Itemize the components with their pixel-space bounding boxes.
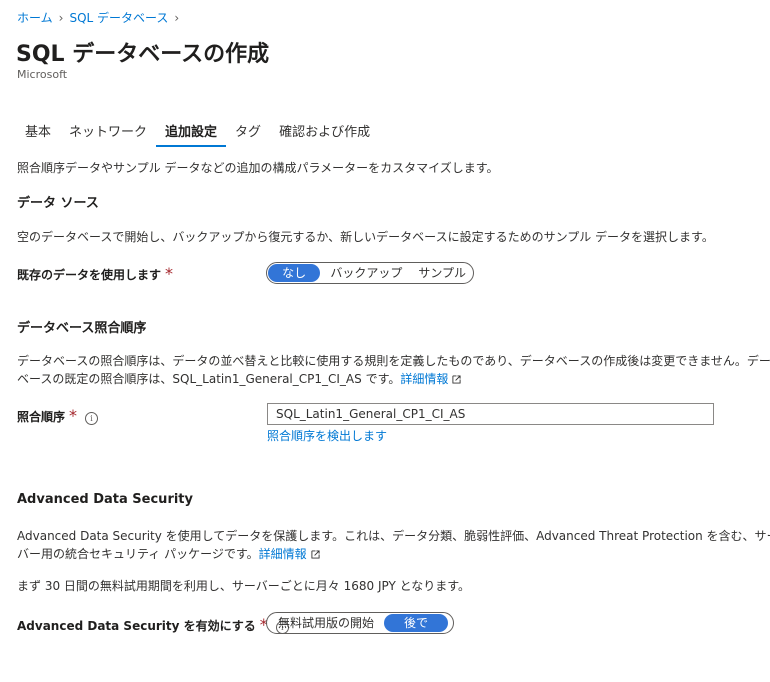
collation-label: 照合順序 — [17, 410, 66, 424]
ads-trial-text: まず 30 日間の無料試用期間を利用し、サーバーごとに月々 1680 JPY と… — [17, 579, 471, 593]
collation-description-line2-row: ベースの既定の照合順序は、SQL_Latin1_General_CP1_CI_A… — [17, 370, 770, 388]
existing-data-toggle[interactable]: なし バックアップ サンプル — [266, 262, 474, 284]
publisher-label: Microsoft — [17, 68, 68, 81]
data-source-description: 空のデータベースで開始し、バックアップから復元するか、新しいデータベースに設定す… — [17, 230, 714, 244]
tab-bar: 基本 ネットワーク 追加設定 タグ 確認および作成 — [16, 121, 379, 147]
info-icon[interactable]: i — [85, 412, 99, 425]
external-link-icon[interactable] — [311, 550, 320, 559]
collation-description-line2: ベースの既定の照合順序は、SQL_Latin1_General_CP1_CI_A… — [17, 372, 401, 386]
ads-learn-more-link[interactable]: 詳細情報 — [259, 547, 307, 561]
option-backup[interactable]: バックアップ — [320, 264, 412, 282]
collation-input[interactable]: SQL_Latin1_General_CP1_CI_AS — [267, 403, 714, 425]
collation-description-line1: データベースの照合順序は、データの並べ替えと比較に使用する規則を定義したものであ… — [17, 354, 770, 368]
tab-networking[interactable]: ネットワーク — [60, 121, 156, 147]
breadcrumb-home-link[interactable]: ホーム — [17, 9, 53, 26]
external-link-icon[interactable] — [452, 375, 461, 384]
option-sample[interactable]: サンプル — [412, 264, 472, 282]
ads-description-line2-row: バー用の統合セキュリティ パッケージです。詳細情報 — [17, 545, 770, 563]
find-collation-link[interactable]: 照合順序を検出します — [267, 427, 387, 444]
collation-heading: データベース照合順序 — [17, 321, 147, 336]
ads-enable-label: Advanced Data Security を有効にする — [17, 619, 256, 633]
ads-description: Advanced Data Security を使用してデータを保護します。これ… — [17, 527, 770, 563]
chevron-right-icon: › — [174, 10, 180, 25]
data-source-heading: データ ソース — [17, 196, 99, 211]
ads-heading: Advanced Data Security — [17, 492, 193, 507]
ads-description-line2: バー用の統合セキュリティ パッケージです。 — [17, 547, 259, 561]
collation-label-row: 照合順序 * i — [17, 406, 99, 425]
ads-toggle[interactable]: 無料試用版の開始 後で — [266, 612, 454, 634]
existing-data-label-row: 既存のデータを使用します * — [17, 264, 173, 283]
option-later[interactable]: 後で — [384, 614, 449, 632]
collation-description: データベースの照合順序は、データの並べ替えと比較に使用する規則を定義したものであ… — [17, 352, 770, 388]
chevron-right-icon: › — [58, 10, 64, 25]
tab-basics[interactable]: 基本 — [16, 121, 60, 147]
existing-data-label: 既存のデータを使用します — [17, 268, 162, 282]
option-none[interactable]: なし — [268, 264, 321, 282]
required-marker: * — [165, 264, 174, 283]
ads-description-line1: Advanced Data Security を使用してデータを保護します。これ… — [17, 529, 770, 543]
intro-text: 照合順序データやサンプル データなどの追加の構成パラメーターをカスタマイズします… — [17, 161, 499, 175]
ads-label-row: Advanced Data Security を有効にする * i — [17, 615, 289, 634]
required-marker: * — [69, 406, 78, 425]
collation-learn-more-link[interactable]: 詳細情報 — [400, 372, 448, 386]
page-title: SQL データベースの作成 — [16, 42, 270, 67]
breadcrumb-sqldb-link[interactable]: SQL データベース — [69, 9, 168, 26]
tab-additional-settings[interactable]: 追加設定 — [156, 121, 227, 147]
option-start-free-trial[interactable]: 無料試用版の開始 — [268, 614, 384, 632]
tab-tags[interactable]: タグ — [226, 121, 270, 147]
tab-review-create[interactable]: 確認および作成 — [270, 121, 379, 147]
breadcrumb: ホーム › SQL データベース › — [17, 9, 185, 26]
